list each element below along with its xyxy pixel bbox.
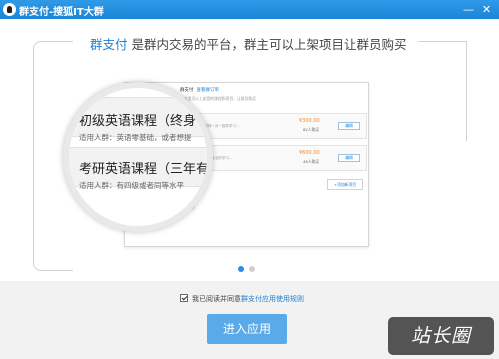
pager-dot[interactable] — [249, 266, 255, 272]
agreement-row: 我已阅读并同意群支付应用使用规则 — [180, 294, 304, 304]
qq-penguin-icon — [3, 3, 16, 16]
preview-edit-button: 编辑 — [338, 154, 360, 162]
title-bar: 群支付-搜狐IT大群 — ✕ — [0, 0, 499, 19]
decorative-line — [418, 41, 466, 42]
preview-item-price: ¥600.00 — [299, 150, 320, 156]
enter-app-button[interactable]: 进入应用 — [207, 314, 287, 344]
intro-headline: 群支付 是群内交易的平台，群主可以上架项目让群员购买 — [90, 34, 407, 53]
headline-text: 是群内交易的平台，群主可以上架项目让群员购买 — [127, 37, 407, 52]
watermark-logo: 站长圈 — [388, 317, 494, 355]
brand-name: 群支付 — [90, 37, 128, 52]
window-title: 群支付-搜狐IT大群 — [19, 7, 104, 18]
preview-title-link: 查看群订单 — [196, 88, 220, 93]
agree-text: 我已阅读并同意 — [192, 295, 241, 303]
rules-link[interactable]: 群支付应用使用规则 — [241, 295, 304, 303]
minimize-button[interactable]: — — [462, 3, 475, 16]
preview-title: 群支付 查看群订单 — [180, 87, 219, 93]
preview-item-price: ¥300.00 — [299, 118, 320, 124]
pager-dot-active[interactable] — [238, 266, 244, 272]
zoomed-item-name: 初级英语课程（终身 — [79, 114, 197, 129]
close-button[interactable]: ✕ — [480, 3, 493, 16]
preview-item-buyers: 46人购买 — [303, 159, 320, 164]
zoomed-item-name: 考研英语课程（三年有 — [79, 162, 210, 177]
preview-item-buyers: 82人购买 — [303, 127, 320, 132]
preview-title-text: 群支付 — [180, 88, 194, 93]
zoomed-item-audience: 适用人群：英语零基础，或者想提 — [79, 133, 192, 142]
zoomed-item-audience: 适用人群：有四级或者同等水平 — [79, 181, 184, 190]
preview-edit-button: 编辑 — [338, 122, 360, 130]
magnifier-lens: 初级英语课程（终身 适用人群：英语零基础，或者想提 考研英语课程（三年有 适用人… — [63, 82, 213, 232]
preview-add-button: +添加新项目 — [327, 179, 363, 190]
zoomed-item: 初级英语课程（终身 适用人群：英语零基础，或者想提 — [69, 97, 207, 142]
zoomed-item: 考研英语课程（三年有 适用人群：有四级或者同等水平 — [69, 147, 210, 190]
agree-checkbox[interactable] — [180, 294, 188, 302]
decorative-line — [466, 41, 467, 141]
